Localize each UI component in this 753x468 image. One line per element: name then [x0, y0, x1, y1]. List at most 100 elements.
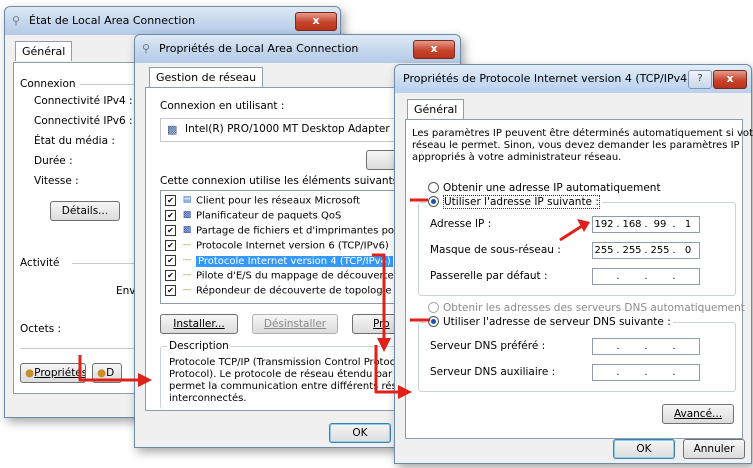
auto-dns-radio[interactable]: Obtenir les adresses des serveurs DNS au…: [428, 301, 745, 314]
network-client-icon: ▤: [182, 195, 192, 205]
auto-ip-label: Obtenir une adresse IP automatiquement: [443, 182, 661, 194]
intro-line: réseau le permet. Sinon, vous devez dema…: [412, 140, 740, 151]
close-button[interactable]: x: [413, 40, 455, 59]
window-title: Propriétés de Protocole Internet version…: [403, 72, 692, 85]
uninstall-button[interactable]: Désinstaller: [252, 314, 338, 334]
alternate-dns-label: Serveur DNS auxiliaire :: [430, 366, 556, 378]
manual-ip-radio[interactable]: Utiliser l'adresse IP suivante :: [426, 195, 602, 209]
media-state-label: État du média :: [34, 135, 115, 147]
item-label: Client pour les réseaux Microsoft: [196, 195, 361, 207]
file-share-icon: ▩: [182, 225, 192, 235]
gateway-label: Passerelle par défaut :: [430, 270, 548, 282]
mask-octet: 255: [594, 245, 614, 256]
diagnose-button-label: D: [106, 367, 115, 379]
description-heading: Description: [167, 340, 231, 352]
ok-button[interactable]: OK: [329, 423, 391, 443]
details-button[interactable]: Détails...: [50, 201, 120, 221]
preferred-dns-label: Serveur DNS préféré :: [430, 340, 546, 352]
checkbox[interactable]: ✔: [165, 210, 176, 221]
list-item[interactable]: ✔ ▤ Client pour les réseaux Microsoft: [165, 193, 360, 208]
checkbox[interactable]: ✔: [165, 225, 176, 236]
list-item[interactable]: ✔ — Répondeur de découverte de topologie d…: [165, 283, 428, 298]
ipv4-window-client: Général Les paramètres IP peuvent être d…: [401, 93, 753, 459]
list-item[interactable]: ✔ — Pilote d'E/S du mappage de découverte …: [165, 268, 423, 283]
ipv6-label: Connectivité IPv6 :: [34, 115, 133, 127]
checkbox[interactable]: ✔: [165, 270, 176, 281]
ip-address-label: Adresse IP :: [430, 218, 492, 230]
list-item[interactable]: ✔ — Protocole Internet version 6 (TCP/IPv6…: [165, 238, 389, 253]
description-line: permet la communication entre différents…: [169, 381, 422, 392]
protocol-icon: —: [182, 270, 192, 280]
advanced-button[interactable]: Avancé...: [662, 404, 734, 424]
auto-ip-radio[interactable]: Obtenir une adresse IP automatiquement: [428, 181, 661, 194]
network-adapter-icon: ▩: [167, 123, 178, 136]
item-label: Protocole Internet version 6 (TCP/IPv6): [196, 240, 389, 252]
item-label: Protocole Internet version 4 (TCP/IPv4): [196, 255, 393, 267]
checkbox[interactable]: ✔: [165, 255, 176, 266]
list-item-selected[interactable]: ✔ — Protocole Internet version 4 (TCP/IPv4…: [165, 253, 393, 268]
subnet-mask-label: Masque de sous-réseau :: [430, 244, 561, 256]
radio-button[interactable]: [428, 315, 439, 327]
tab-networking[interactable]: Gestion de réseau: [149, 67, 264, 87]
manual-dns-radio[interactable]: Utiliser l'adresse de serveur DNS suivan…: [426, 315, 673, 328]
radio-button[interactable]: [428, 301, 439, 313]
tab-general[interactable]: Général: [407, 99, 465, 119]
help-button[interactable]: ?: [688, 70, 712, 89]
items-label: Cette connexion utilise les éléments sui…: [160, 175, 406, 187]
auto-dns-label: Obtenir les adresses des serveurs DNS au…: [443, 302, 745, 314]
manual-ip-label: Utiliser l'adresse IP suivante :: [443, 195, 600, 209]
ipv4-general-panel: Les paramètres IP peuvent être déterminé…: [405, 119, 753, 439]
checkbox[interactable]: ✔: [165, 240, 176, 251]
ip-octet: 168: [622, 219, 642, 230]
intro-line: appropriés à votre administrateur réseau…: [412, 152, 622, 163]
status-window-titlebar[interactable]: ⚲ État de Local Area Connection x: [5, 7, 340, 35]
qos-icon: ▩: [182, 210, 192, 220]
mask-octet: 255: [622, 245, 642, 256]
preferred-dns-field[interactable]: ...: [592, 338, 700, 355]
protocol-icon: —: [182, 240, 192, 250]
mask-octet: 255: [650, 245, 670, 256]
radio-button[interactable]: [428, 181, 439, 193]
protocol-icon: —: [182, 255, 192, 265]
ip-octet: 192: [594, 219, 614, 230]
activite-heading: Activité: [20, 257, 60, 269]
ipv4-window-titlebar[interactable]: Propriétés de Protocole Internet version…: [395, 65, 751, 93]
properties-button[interactable]: ●Propriétés: [20, 363, 86, 383]
speed-label: Vitesse :: [34, 175, 79, 187]
checkbox[interactable]: ✔: [165, 285, 176, 296]
manual-dns-label: Utiliser l'adresse de serveur DNS suivan…: [443, 316, 671, 328]
subnet-mask-field[interactable]: 255. 255. 255. 0: [592, 242, 700, 259]
mask-octet: 0: [684, 245, 692, 256]
close-button[interactable]: x: [295, 12, 337, 31]
cancel-button[interactable]: Annuler: [683, 439, 745, 459]
item-label: Pilote d'E/S du mappage de découverte de…: [196, 270, 423, 282]
ipv4-label: Connectivité IPv4 :: [34, 95, 133, 107]
ip-octet: 99: [653, 219, 667, 230]
close-button[interactable]: x: [713, 70, 747, 89]
tab-general[interactable]: Général: [15, 41, 73, 61]
window-title: État de Local Area Connection: [29, 14, 196, 27]
diagnose-button[interactable]: ●D: [92, 363, 122, 383]
list-item[interactable]: ✔ ▩ Planificateur de paquets QoS: [165, 208, 341, 223]
shield-icon: ●: [97, 367, 107, 379]
dns-settings-group: [418, 322, 736, 392]
alternate-dns-field[interactable]: ...: [592, 364, 700, 381]
radio-button[interactable]: [428, 195, 439, 207]
properties-window-titlebar[interactable]: ⚲ Propriétés de Local Area Connection x: [135, 35, 460, 63]
description-line: interconnectés.: [169, 393, 247, 401]
description-line: Protocole TCP/IP (Transmission Control P…: [169, 357, 427, 368]
connexion-heading: Connexion: [20, 78, 76, 90]
ok-button[interactable]: OK: [613, 439, 675, 459]
checkbox[interactable]: ✔: [165, 195, 176, 206]
shield-icon: ●: [25, 367, 35, 379]
connect-using-label: Connexion en utilisant :: [160, 100, 285, 112]
gateway-field[interactable]: ...: [592, 268, 700, 285]
network-connection-icon: ⚲: [12, 14, 21, 27]
network-connection-icon: ⚲: [142, 42, 151, 55]
properties-button-label: Propriétés: [34, 367, 86, 379]
ip-address-field[interactable]: 192. 168. 99. 1: [592, 216, 700, 233]
bytes-label: Octets :: [20, 323, 62, 335]
ipv4-properties-window: Propriétés de Protocole Internet version…: [394, 64, 753, 464]
install-button[interactable]: Installer...: [160, 314, 238, 334]
intro-line: Les paramètres IP peuvent être déterminé…: [412, 128, 753, 139]
